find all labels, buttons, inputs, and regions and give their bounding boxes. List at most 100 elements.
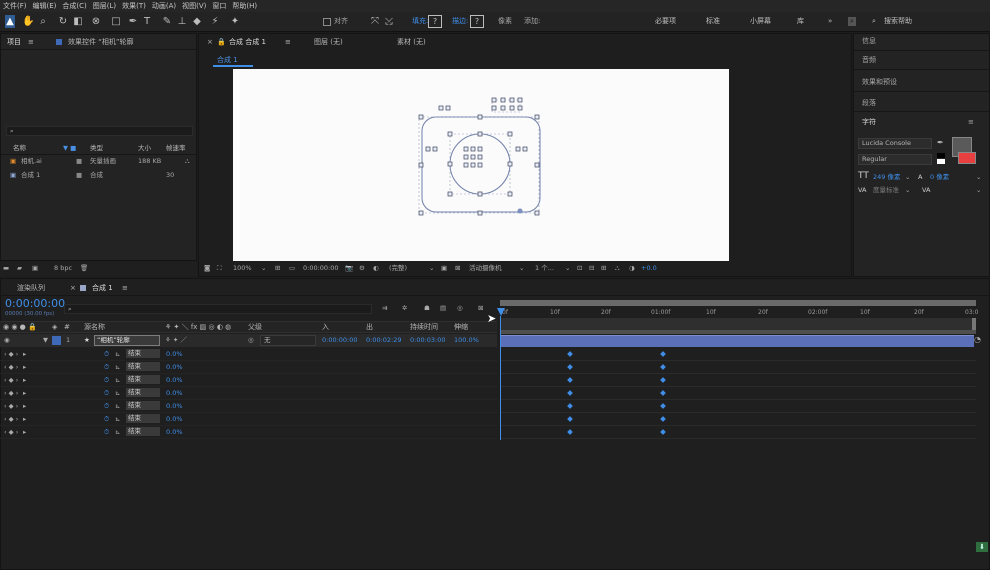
column-type[interactable]: 类型 <box>90 144 103 153</box>
panel-menu-icon[interactable]: ≡ <box>285 37 291 47</box>
menu-animation[interactable]: 动画(A) <box>149 0 179 12</box>
chevron-right-icon[interactable]: ▸ <box>23 402 26 411</box>
chevron-down-icon[interactable]: ⌄ <box>261 264 266 273</box>
chevron-right-icon[interactable]: ▸ <box>23 363 26 372</box>
effects-presets-panel-tab[interactable]: 效果和预设 <box>862 77 897 87</box>
chevron-right-icon[interactable]: ▸ <box>23 428 26 437</box>
keyframe-nav-icon[interactable]: ‹ ◆ › <box>4 415 18 424</box>
panel-menu-icon[interactable]: ≡ <box>968 117 974 127</box>
comp-subtab[interactable]: 合成 1 <box>217 55 238 65</box>
shape-property-row[interactable]: ‹ ◆ › ▸ ⏱ ⊾ 结束 0.0% <box>0 361 497 374</box>
audio-panel-tab[interactable]: 音频 <box>862 55 876 65</box>
fast-preview-icon[interactable]: ⊟ <box>589 264 594 273</box>
type-tool-icon[interactable]: T <box>142 15 152 28</box>
motion-blur-icon[interactable]: ◎ <box>457 304 463 313</box>
chevron-right-icon[interactable]: ▸ <box>23 415 26 424</box>
parent-dropdown[interactable]: 无 <box>260 335 316 346</box>
layer-switch-icons[interactable]: ⚘ ✦ ／ <box>165 336 187 345</box>
menu-help[interactable]: 帮助(H) <box>229 0 260 12</box>
tab-layer[interactable]: 图层 (无) <box>314 37 343 47</box>
layer-out-time[interactable]: 0:00:02:29 <box>366 336 402 345</box>
snap-options-icon[interactable]: ⤩ <box>384 15 394 28</box>
chevron-right-icon[interactable]: ▸ <box>23 389 26 398</box>
graph-editor-icon[interactable]: ⊠ <box>478 304 483 313</box>
shape-property-row[interactable]: ‹ ◆ › ▸ ⏱ ⊾ 结束 0.0% <box>0 387 497 400</box>
eraser-tool-icon[interactable]: ◆ <box>192 15 202 28</box>
eyedropper-icon[interactable]: ✒ <box>937 138 947 149</box>
panel-menu-icon[interactable]: ≡ <box>28 37 34 47</box>
graph-icon[interactable]: ⊾ <box>115 350 120 359</box>
toggle-pixel-icon[interactable]: ⊡ <box>577 264 582 273</box>
layer-label-color[interactable] <box>52 336 61 345</box>
align-checkbox[interactable] <box>323 18 331 26</box>
exposure-value[interactable]: +0.0 <box>641 264 657 273</box>
fill-label[interactable]: 填充: <box>412 15 428 28</box>
font-style-dropdown[interactable]: Regular <box>858 154 932 165</box>
chevron-down-icon[interactable]: ▼ <box>43 336 48 345</box>
flowchart-icon[interactable]: ⛬ <box>615 264 620 273</box>
property-value[interactable]: 0.0% <box>166 363 183 372</box>
layer-name[interactable]: “相机”轮廓 <box>94 335 160 346</box>
stopwatch-icon[interactable]: ⏱ <box>104 428 109 437</box>
hash-icon[interactable]: # <box>64 323 70 332</box>
shape-property-row[interactable]: ‹ ◆ › ▸ ⏱ ⊾ 结束 0.0% <box>0 348 497 361</box>
chevron-down-icon[interactable]: ⌄ <box>519 264 524 273</box>
av-switches-icon[interactable]: ◉ ◉ ● 🔒 <box>3 323 37 332</box>
shy-layers-icon[interactable]: ☗ <box>424 304 430 313</box>
resolution-icon[interactable]: ⛶ <box>217 264 222 273</box>
layer-end-icon[interactable]: ◔ <box>974 335 984 347</box>
column-name[interactable]: 名称 <box>13 144 26 153</box>
tab-timeline-comp[interactable]: 合成 1 <box>92 283 113 293</box>
kerning-value[interactable]: 度量标准 <box>873 186 899 195</box>
resolution-dropdown[interactable]: (完整) <box>389 264 407 273</box>
chevron-down-icon[interactable]: ⌄ <box>976 173 981 182</box>
font-size-value[interactable]: 249 像素 <box>873 173 900 182</box>
layer-duration[interactable]: 0:00:03:00 <box>410 336 446 345</box>
show-channel-icon[interactable]: ⚙ <box>359 264 365 273</box>
lock-icon[interactable]: 🔒 <box>217 37 226 47</box>
search-help-input[interactable]: 搜索帮助 <box>884 15 912 28</box>
column-parent[interactable]: 父级 <box>248 323 262 332</box>
pan-behind-tool-icon[interactable]: ⊗ <box>91 15 101 28</box>
leading-value[interactable]: 0 像素 <box>930 173 949 182</box>
layer-stretch[interactable]: 100.0% <box>454 336 479 345</box>
exposure-icon[interactable]: ◑ <box>629 264 635 273</box>
menu-layer[interactable]: 图层(L) <box>90 0 119 12</box>
stopwatch-icon[interactable]: ⏱ <box>104 363 109 372</box>
new-comp-icon[interactable]: ▣ <box>32 264 38 273</box>
stopwatch-icon[interactable]: ⏱ <box>104 389 109 398</box>
roto-brush-tool-icon[interactable]: ⚡ <box>210 15 220 28</box>
scroll-down-icon[interactable]: ⬇ <box>976 542 988 552</box>
shape-property-row[interactable]: ‹ ◆ › ▸ ⏱ ⊾ 结束 0.0% <box>0 400 497 413</box>
menu-composition[interactable]: 合成(C) <box>59 0 89 12</box>
fill-swatch[interactable]: ? <box>428 15 442 28</box>
tab-footage[interactable]: 素材 (无) <box>397 37 426 47</box>
label-column-icon[interactable]: ▼ ■ <box>63 144 76 153</box>
interpret-footage-icon[interactable]: ▬ <box>3 264 9 273</box>
column-stretch[interactable]: 伸缩 <box>454 323 468 332</box>
graph-icon[interactable]: ⊾ <box>115 376 120 385</box>
eye-icon[interactable]: ◉ <box>4 336 10 345</box>
zoom-tool-icon[interactable]: ⌕ <box>38 15 48 28</box>
draft-3d-icon[interactable]: ✲ <box>402 304 407 313</box>
shape-property-row[interactable]: ‹ ◆ › ▸ ⏱ ⊾ 结束 0.0% <box>0 413 497 426</box>
rotate-tool-icon[interactable]: ↻ <box>58 15 68 28</box>
workspace-libraries[interactable]: 库 <box>797 15 804 28</box>
flow-icon[interactable]: ⛬ <box>185 157 190 166</box>
search-box-icon[interactable]: ⌕ <box>848 17 856 26</box>
keyframe-nav-icon[interactable]: ‹ ◆ › <box>4 428 18 437</box>
chevron-down-icon[interactable]: ⌄ <box>905 186 910 195</box>
viewer-timecode[interactable]: 0:00:00:00 <box>303 264 339 273</box>
menu-file[interactable]: 文件(F) <box>0 0 30 12</box>
workspace-standard[interactable]: 标准 <box>706 15 720 28</box>
stroke-color-swatch[interactable] <box>958 152 976 164</box>
work-area-end-handle[interactable] <box>972 318 976 330</box>
bit-depth-label[interactable]: 8 bpc <box>54 264 72 273</box>
graph-icon[interactable]: ⊾ <box>115 415 120 424</box>
menu-view[interactable]: 视图(V) <box>179 0 209 12</box>
switches-icon[interactable]: ⚘ ✦ ＼ fx ▨ ◎ ◐ ◍ <box>165 323 231 332</box>
column-size[interactable]: 大小 <box>138 144 151 153</box>
column-duration[interactable]: 持续时间 <box>410 323 438 332</box>
chevron-down-icon[interactable]: ⌄ <box>905 173 910 182</box>
workspace-overflow-icon[interactable]: » <box>828 15 832 28</box>
